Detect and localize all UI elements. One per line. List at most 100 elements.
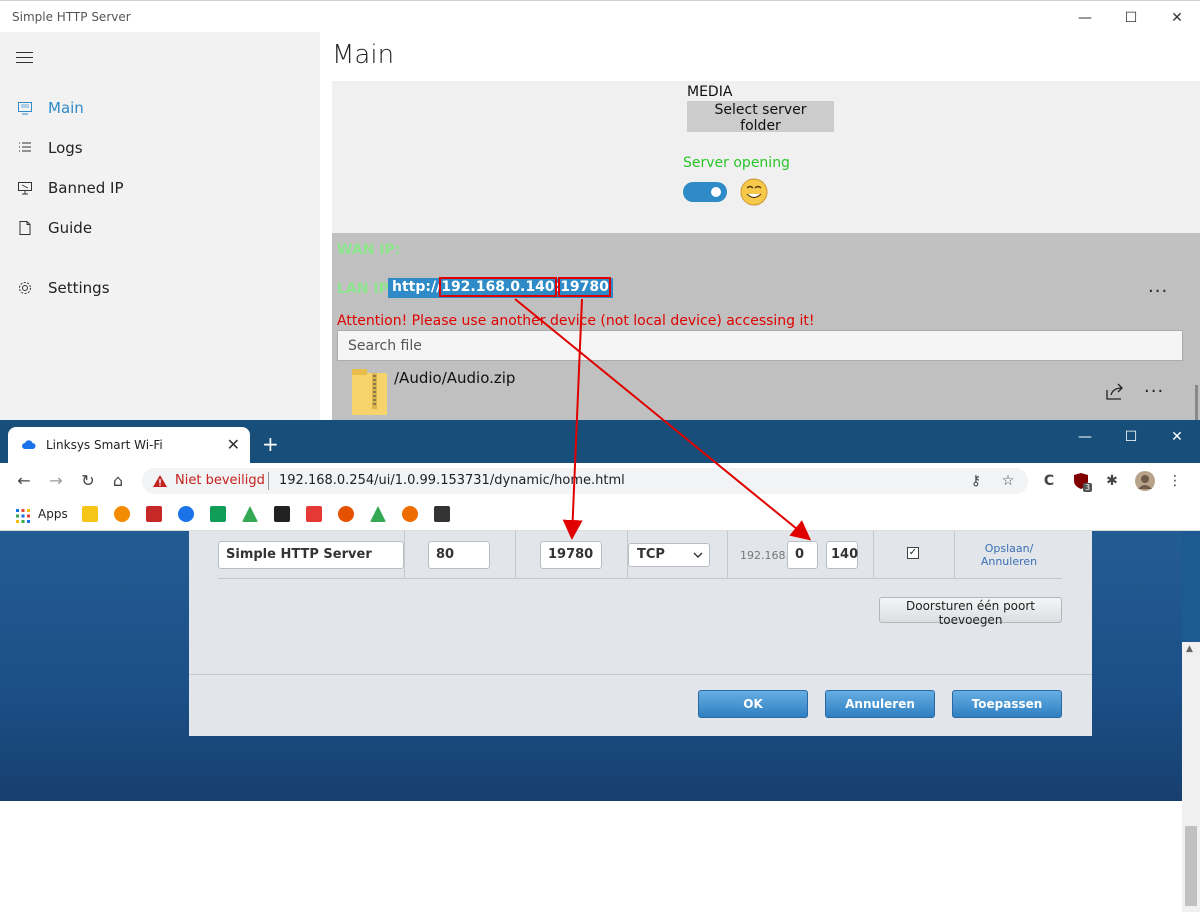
media-label: MEDIA [687, 84, 733, 100]
server-control-panel: MEDIA Select server folder Server openin… [332, 81, 1200, 233]
sidebar-item-label: Guide [48, 219, 93, 237]
browser-minimize-button[interactable]: — [1062, 426, 1108, 448]
not-secure-label[interactable]: Niet beveiligd [175, 473, 265, 488]
browser-scrollbar[interactable]: ▲ [1182, 642, 1200, 912]
ok-button[interactable]: OK [698, 690, 808, 718]
reload-icon[interactable]: ↻ [78, 471, 98, 491]
search-file-box[interactable] [337, 330, 1183, 361]
sidebar-item-logs[interactable]: Logs [0, 128, 320, 168]
file-more-options-icon[interactable]: ··· [1144, 381, 1164, 402]
file-name[interactable]: /Audio/Audio.zip [394, 369, 515, 387]
add-single-port-forward-button[interactable]: Doorsturen één poort toevoegen [879, 597, 1062, 627]
apply-button[interactable]: Toepassen [952, 690, 1062, 718]
app-titlebar: Simple HTTP Server — ☐ ✕ [0, 0, 1200, 32]
ip-third-octet-field[interactable]: 0 [787, 541, 818, 569]
close-button[interactable]: ✕ [1154, 7, 1200, 29]
sidebar-item-settings[interactable]: Settings [0, 268, 320, 308]
home-icon[interactable]: ⌂ [108, 471, 128, 491]
list-icon [19, 142, 31, 152]
bookmark-7-icon[interactable] [274, 506, 290, 522]
ip-fourth-octet-field[interactable]: 140 [826, 541, 858, 569]
attention-message: Attention! Please use another device (no… [337, 313, 815, 329]
puzzle-icon[interactable]: ✱ [1103, 472, 1121, 490]
lan-port-highlight: 19780 [558, 277, 611, 297]
bookmark-4-icon[interactable] [178, 506, 194, 522]
back-icon[interactable]: ← [14, 471, 34, 491]
sidebar-item-label: Logs [48, 139, 83, 157]
sidebar-item-label: Banned IP [48, 179, 124, 197]
browser-maximize-button[interactable]: ☐ [1108, 426, 1154, 448]
address-bar[interactable]: Niet beveiligd 192.168.0.254/ui/1.0.99.1… [142, 468, 1028, 494]
banned-monitor-icon [18, 182, 32, 195]
port-forward-dialog: Simple HTTP Server 80 19780 TCP 192.168.… [189, 531, 1092, 736]
browser-close-button[interactable]: ✕ [1154, 426, 1200, 448]
sidebar-item-main[interactable]: Main [0, 88, 320, 128]
new-tab-icon[interactable]: + [262, 432, 279, 456]
simple-http-server-window: Simple HTTP Server — ☐ ✕ Main Logs Banne… [0, 0, 1200, 420]
sidebar-item-banned-ip[interactable]: Banned IP [0, 168, 320, 208]
bookmark-2-icon[interactable] [114, 506, 130, 522]
extension-c-icon[interactable]: C [1040, 472, 1058, 490]
lan-ip-highlight: 192.168.0.140 [439, 277, 557, 297]
bookmark-9-icon[interactable] [338, 506, 354, 522]
monitor-icon [18, 102, 32, 115]
lan-url-prefix: http:// [392, 279, 442, 295]
bookmark-6-drive-icon[interactable] [242, 506, 258, 522]
sidebar-item-guide[interactable]: Guide [0, 208, 320, 248]
cancel-button[interactable]: Annuleren [825, 690, 935, 718]
extension-badge: 3 [1083, 483, 1093, 492]
key-icon[interactable]: ⚷ [967, 472, 985, 490]
scrollbar-thumb[interactable] [1195, 385, 1198, 420]
share-icon[interactable] [1104, 381, 1126, 403]
bookmark-3-icon[interactable] [146, 506, 162, 522]
browser-tab[interactable]: Linksys Smart Wi-Fi ✕ [8, 427, 250, 463]
application-name-field[interactable]: Simple HTTP Server [218, 541, 404, 569]
more-options-icon[interactable]: ··· [1148, 281, 1168, 302]
forward-icon[interactable]: → [46, 471, 66, 491]
page-title: Main [332, 40, 395, 70]
gear-icon [19, 282, 31, 294]
bookmark-11-icon[interactable] [402, 506, 418, 522]
protocol-value: TCP [637, 547, 665, 562]
apps-grid-icon[interactable] [16, 509, 30, 523]
server-info-panel: WAN IP: LAN IP: http://192.168.0.140:197… [332, 233, 1200, 420]
server-toggle[interactable] [683, 182, 727, 202]
apps-label[interactable]: Apps [38, 507, 68, 521]
bookmark-12-icon[interactable] [434, 506, 450, 522]
document-icon [19, 221, 31, 235]
internal-port-field[interactable]: 19780 [540, 541, 602, 569]
hamburger-menu-icon[interactable] [16, 52, 33, 64]
search-file-input[interactable] [338, 331, 1182, 360]
main-area: Main MEDIA Select server folder Server o… [320, 32, 1200, 420]
bookmark-5-icon[interactable] [210, 506, 226, 522]
browser-scrollbar-thumb[interactable] [1185, 826, 1197, 906]
warning-icon [153, 475, 167, 487]
server-status-text: Server opening [683, 155, 790, 171]
bookmark-1-icon[interactable] [82, 506, 98, 522]
minimize-button[interactable]: — [1062, 7, 1108, 29]
bookmark-8-icon[interactable] [306, 506, 322, 522]
url-text[interactable]: 192.168.0.254/ui/1.0.99.153731/dynamic/h… [279, 473, 625, 488]
external-port-field[interactable]: 80 [428, 541, 490, 569]
bookmark-10-drive-icon[interactable] [370, 506, 386, 522]
enabled-checkbox[interactable]: ✓ [907, 547, 919, 559]
ip-prefix: 192.168. [740, 549, 789, 562]
maximize-button[interactable]: ☐ [1108, 7, 1154, 29]
protocol-select[interactable]: TCP [628, 543, 710, 567]
chevron-down-icon [693, 552, 703, 558]
browser-menu-icon[interactable]: ⋮ [1166, 472, 1184, 490]
cloud-icon [22, 440, 36, 449]
sidebar: Main Logs Banned IP Guide Settings [0, 32, 320, 420]
browser-tab-bar: Linksys Smart Wi-Fi ✕ + — ☐ ✕ [0, 420, 1200, 463]
browser-toolbar: ← → ↻ ⌂ Niet beveiligd 192.168.0.254/ui/… [0, 463, 1200, 499]
save-cancel-link[interactable]: Opslaan/ Annuleren [959, 542, 1059, 568]
app-title: Simple HTTP Server [12, 10, 131, 24]
lan-url[interactable]: http://192.168.0.140:19780 [388, 277, 613, 298]
tab-close-icon[interactable]: ✕ [227, 435, 240, 454]
browser-window: Linksys Smart Wi-Fi ✕ + — ☐ ✕ ← → ↻ ⌂ Ni… [0, 420, 1200, 912]
zip-folder-icon [352, 369, 387, 415]
star-icon[interactable]: ☆ [999, 472, 1017, 490]
lan-ip-label: LAN IP: [337, 281, 395, 297]
profile-avatar[interactable] [1134, 470, 1156, 492]
select-server-folder-button[interactable]: Select server folder [687, 101, 834, 134]
